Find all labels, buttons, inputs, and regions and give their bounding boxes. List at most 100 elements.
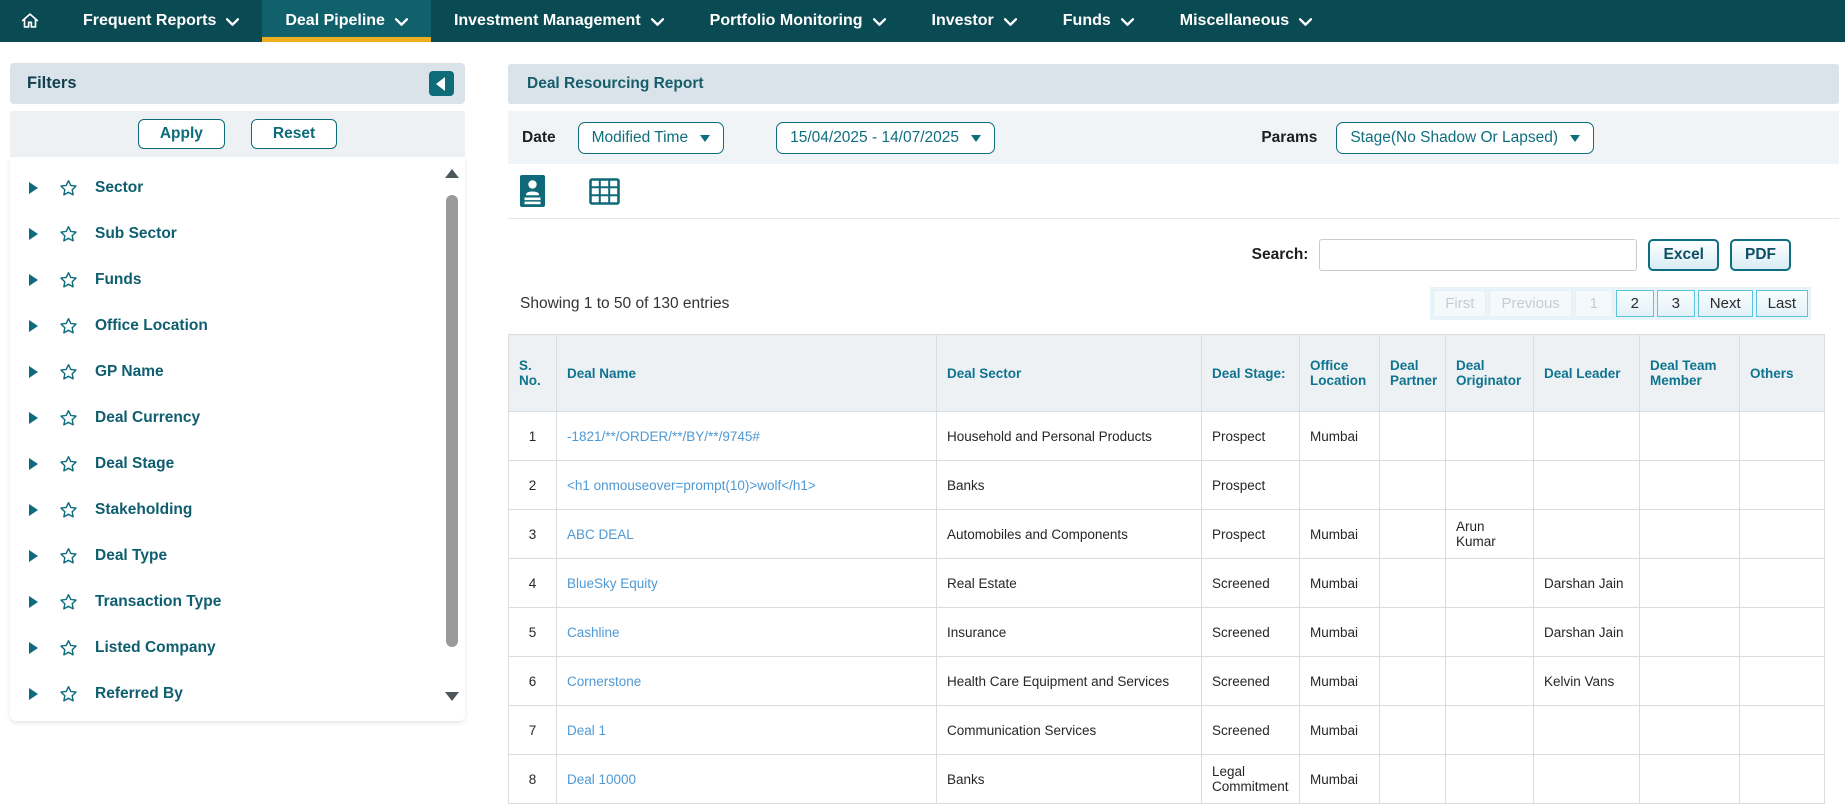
page-btn-last[interactable]: Last [1756,290,1808,317]
table-view-button[interactable] [589,176,620,207]
cell [1640,559,1740,608]
expand-arrow-icon[interactable] [29,412,38,424]
deal-name-link[interactable]: ABC DEAL [567,527,634,542]
apply-button[interactable]: Apply [138,119,225,149]
star-icon[interactable] [59,363,78,381]
expand-arrow-icon[interactable] [29,274,38,286]
home-button[interactable] [0,0,60,42]
deal-name-link[interactable]: Cornerstone [567,674,641,689]
expand-arrow-icon[interactable] [29,320,38,332]
star-icon[interactable] [59,639,78,657]
expand-arrow-icon[interactable] [29,550,38,562]
date-range-dropdown[interactable]: 15/04/2025 - 14/07/2025 [776,122,995,154]
star-icon[interactable] [59,455,78,473]
cell: Banks [937,461,1202,510]
date-type-dropdown[interactable]: Modified Time [578,122,724,154]
filter-item-stakeholding[interactable]: Stakeholding [10,487,465,533]
cell: Darshan Jain [1534,559,1640,608]
params-dropdown[interactable]: Stage(No Shadow Or Lapsed) [1336,122,1594,154]
cell [1380,412,1446,461]
cell: Real Estate [937,559,1202,608]
cell: Health Care Equipment and Services [937,657,1202,706]
filter-item-sector[interactable]: Sector [10,165,465,211]
reset-button[interactable]: Reset [251,119,337,149]
cell [1380,559,1446,608]
deal-name-link[interactable]: <h1 onmouseover=prompt(10)>wolf</h1> [567,478,816,493]
deal-name-link[interactable]: Deal 10000 [567,772,636,787]
view-toggle-row [508,164,1839,219]
deal-name-link[interactable]: -1821/**/ORDER/**/BY/**/9745# [567,429,760,444]
cell: Mumbai [1300,657,1380,706]
filter-item-deal-type[interactable]: Deal Type [10,533,465,579]
star-icon[interactable] [59,501,78,519]
report-titlebar: Deal Resourcing Report [508,64,1839,104]
star-icon[interactable] [59,317,78,335]
deal-name-cell: Cornerstone [557,657,937,706]
expand-arrow-icon[interactable] [29,688,38,700]
triangle-down-icon [1570,135,1580,142]
filter-item-label: Listed Company [95,639,216,657]
deal-name-cell: ABC DEAL [557,510,937,559]
filter-item-sub-sector[interactable]: Sub Sector [10,211,465,257]
search-label: Search: [1252,246,1309,264]
scrollbar[interactable] [445,169,459,701]
card-view-button[interactable] [520,175,545,207]
cell: 4 [509,559,557,608]
filter-item-deal-stage[interactable]: Deal Stage [10,441,465,487]
expand-arrow-icon[interactable] [29,504,38,516]
nav-item-label: Funds [1063,12,1111,30]
star-icon[interactable] [59,593,78,611]
page-btn-2[interactable]: 2 [1616,290,1654,317]
scroll-up-icon[interactable] [445,169,459,178]
cell [1740,657,1825,706]
nav-item-frequent-reports[interactable]: Frequent Reports [60,0,262,42]
scroll-down-icon[interactable] [445,692,459,701]
filter-item-listed-company[interactable]: Listed Company [10,625,465,671]
collapse-panel-button[interactable] [429,71,454,96]
star-icon[interactable] [59,271,78,289]
filter-item-label: Deal Type [95,547,167,565]
pdf-button[interactable]: PDF [1730,239,1791,271]
expand-arrow-icon[interactable] [29,366,38,378]
star-icon[interactable] [59,409,78,427]
nav-item-investor[interactable]: Investor [909,0,1040,42]
meta-row: Showing 1 to 50 of 130 entries FirstPrev… [508,287,1839,320]
expand-arrow-icon[interactable] [29,596,38,608]
nav-item-deal-pipeline[interactable]: Deal Pipeline [262,0,431,42]
filter-item-label: Stakeholding [95,501,192,519]
filter-item-office-location[interactable]: Office Location [10,303,465,349]
nav-item-investment-management[interactable]: Investment Management [431,0,687,42]
search-input[interactable] [1319,239,1637,271]
star-icon[interactable] [59,685,78,703]
nav-item-portfolio-monitoring[interactable]: Portfolio Monitoring [687,0,909,42]
page-btn-next[interactable]: Next [1698,290,1753,317]
star-icon[interactable] [59,179,78,197]
cell [1534,412,1640,461]
expand-arrow-icon[interactable] [29,642,38,654]
filter-item-label: Office Location [95,317,208,335]
filter-item-gp-name[interactable]: GP Name [10,349,465,395]
expand-arrow-icon[interactable] [29,182,38,194]
cell: Communication Services [937,706,1202,755]
cell [1740,412,1825,461]
star-icon[interactable] [59,547,78,565]
page-btn-3[interactable]: 3 [1657,290,1695,317]
deal-name-link[interactable]: Cashline [567,625,620,640]
filter-item-referred-by[interactable]: Referred By [10,671,465,717]
params-value: Stage(No Shadow Or Lapsed) [1350,129,1558,147]
contact-card-icon [520,175,545,207]
filter-item-transaction-type[interactable]: Transaction Type [10,579,465,625]
expand-arrow-icon[interactable] [29,228,38,240]
scroll-thumb[interactable] [446,195,458,647]
star-icon[interactable] [59,225,78,243]
excel-button[interactable]: Excel [1648,239,1719,271]
deal-name-link[interactable]: Deal 1 [567,723,606,738]
cell: Legal Commitment [1202,755,1300,804]
filter-item-funds[interactable]: Funds [10,257,465,303]
expand-arrow-icon[interactable] [29,458,38,470]
search-row: Search: Excel PDF [508,239,1839,271]
nav-item-miscellaneous[interactable]: Miscellaneous [1157,0,1335,42]
deal-name-link[interactable]: BlueSky Equity [567,576,658,591]
nav-item-funds[interactable]: Funds [1040,0,1157,42]
filter-item-deal-currency[interactable]: Deal Currency [10,395,465,441]
